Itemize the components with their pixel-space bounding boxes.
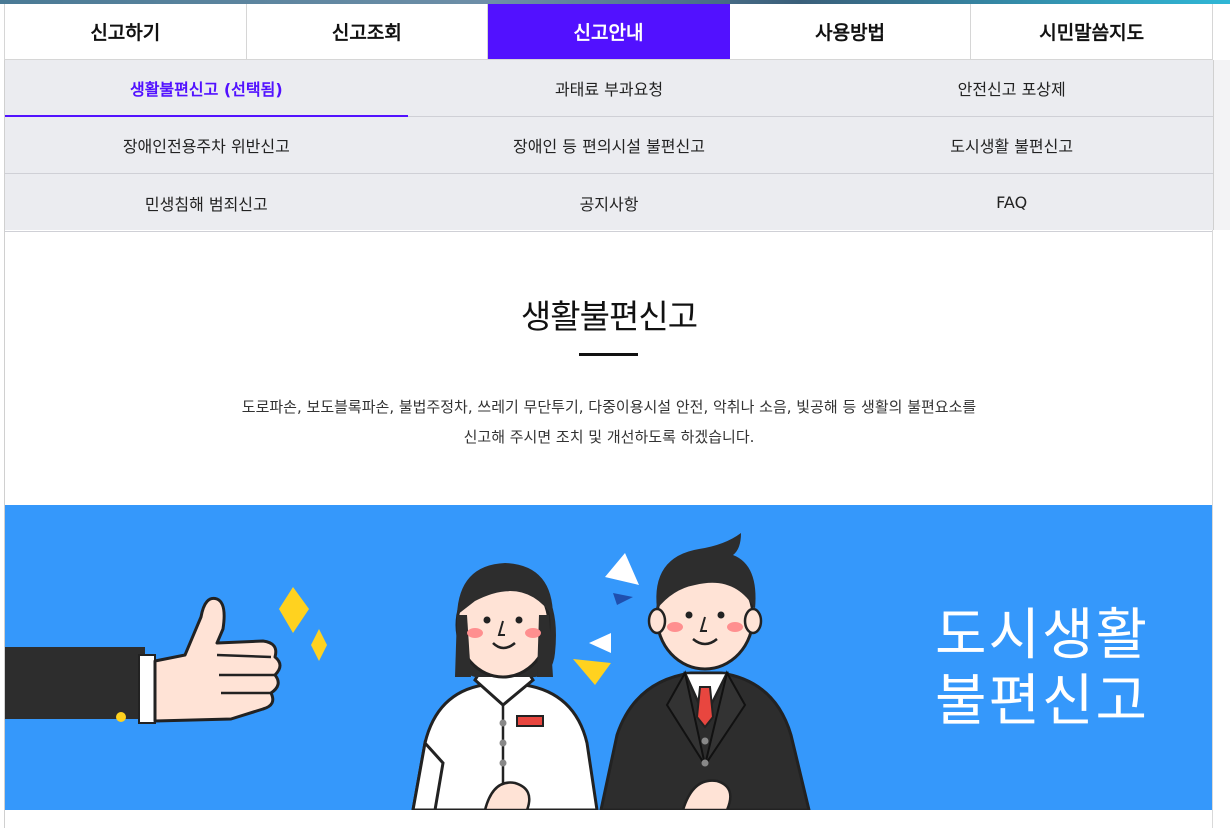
banner: 도시생활 불편신고 [5, 505, 1212, 810]
sub-menu-row: 생활불편신고 (선택됨) 과태료 부과요청 안전신고 포상제 [5, 60, 1213, 117]
sub-item-accessibility-facility[interactable]: 장애인 등 편의시설 불편신고 [408, 117, 811, 173]
confetti-icon [573, 553, 639, 685]
sub-item-safety-reward[interactable]: 안전신고 포상제 [810, 60, 1213, 116]
thumbs-up-icon [5, 596, 282, 724]
page-title: 생활불편신고 [520, 297, 698, 336]
sub-item-fine-request[interactable]: 과태료 부과요청 [408, 60, 811, 116]
title-underline [579, 353, 638, 356]
description-line: 신고해 주시면 조치 및 개선하도록 하겠습니다. [463, 428, 755, 446]
scrollbar[interactable] [1213, 60, 1230, 230]
woman-character [411, 563, 599, 810]
sub-menu-row: 장애인전용주차 위반신고 장애인 등 편의시설 불편신고 도시생활 불편신고 [5, 117, 1213, 174]
sub-menu: 생활불편신고 (선택됨) 과태료 부과요청 안전신고 포상제 장애인전용주차 위… [5, 60, 1213, 232]
sub-menu-row: 민생침해 범죄신고 공지사항 FAQ [5, 174, 1213, 232]
tab-how-to-use[interactable]: 사용방법 [730, 4, 972, 59]
banner-text-line: 불편신고 [935, 669, 1150, 734]
sub-item-urban-life[interactable]: 도시생활 불편신고 [810, 117, 1213, 173]
banner-text-line: 도시생활 [935, 603, 1150, 668]
main-tab-bar: 신고하기 신고조회 신고안내 사용방법 시민말씀지도 [4, 4, 1213, 60]
tab-citizen-voice-map[interactable]: 시민말씀지도 [971, 4, 1213, 59]
sub-item-faq[interactable]: FAQ [810, 174, 1213, 231]
tab-report-lookup[interactable]: 신고조회 [247, 4, 489, 59]
description-line: 도로파손, 보도블록파손, 불법주정차, 쓰레기 무단투기, 다중이용시설 안전… [241, 398, 977, 416]
tab-report-guide[interactable]: 신고안내 [488, 4, 730, 59]
sub-item-disabled-parking[interactable]: 장애인전용주차 위반신고 [5, 117, 408, 173]
page-description: 도로파손, 보도블록파손, 불법주정차, 쓰레기 무단투기, 다중이용시설 안전… [0, 392, 1218, 452]
tab-report[interactable]: 신고하기 [4, 4, 247, 59]
sub-item-crime-report[interactable]: 민생침해 범죄신고 [5, 174, 408, 231]
sub-item-life-inconvenience[interactable]: 생활불편신고 (선택됨) [5, 60, 408, 117]
banner-text: 도시생활 불편신고 [935, 603, 1149, 735]
sub-item-notice[interactable]: 공지사항 [408, 174, 811, 231]
sparkle-icon [279, 587, 327, 661]
